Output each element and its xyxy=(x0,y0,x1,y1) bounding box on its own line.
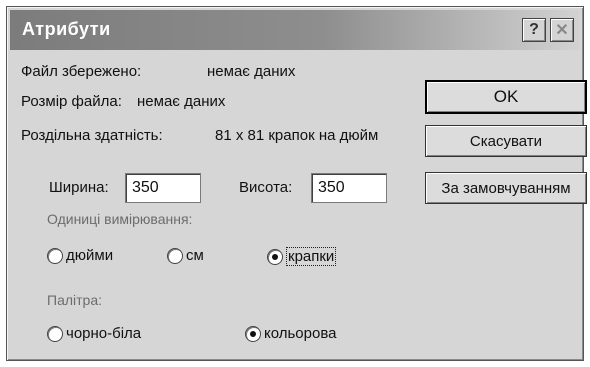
palette-group-label: Палітра: xyxy=(47,292,103,308)
file-saved-label: Файл збережено: xyxy=(21,63,142,80)
height-input[interactable]: 350 xyxy=(311,173,387,203)
close-button[interactable]: ✕ xyxy=(550,18,574,42)
help-button[interactable]: ? xyxy=(522,18,546,42)
units-radio-dots[interactable]: крапки xyxy=(267,247,337,266)
close-icon: ✕ xyxy=(555,22,569,39)
units-option-label: крапки xyxy=(286,247,337,266)
units-group-label: Одиниці вимірювання: xyxy=(47,211,193,227)
file-saved-value: немає даних xyxy=(207,63,296,80)
dialog-title: Атрибути xyxy=(22,19,111,39)
palette-radio-color[interactable]: кольорова xyxy=(245,325,336,342)
radio-icon xyxy=(47,325,63,342)
palette-radio-bw[interactable]: чорно-біла xyxy=(47,325,141,342)
palette-option-label: кольорова xyxy=(264,325,337,342)
palette-option-label: чорно-біла xyxy=(66,325,142,342)
ok-button[interactable]: OK xyxy=(425,80,587,114)
cancel-button[interactable]: Скасувати xyxy=(425,125,587,157)
attributes-dialog: Атрибути ? ✕ Файл збережено: немає даних… xyxy=(6,6,587,361)
file-size-label: Розмір файла: xyxy=(21,93,122,110)
resolution-label: Роздільна здатність: xyxy=(21,127,163,144)
radio-icon xyxy=(167,247,183,264)
units-radio-inches[interactable]: дюйми xyxy=(47,247,113,264)
radio-icon xyxy=(47,247,63,264)
units-radio-cm[interactable]: см xyxy=(167,247,204,264)
width-label: Ширина: xyxy=(49,179,109,196)
resolution-value: 81 x 81 крапок на дюйм xyxy=(215,127,379,144)
height-label: Висота: xyxy=(239,179,293,196)
title-bar[interactable]: Атрибути ? ✕ xyxy=(10,10,580,50)
units-option-label: см xyxy=(186,247,204,264)
default-button[interactable]: За замовчуванням xyxy=(425,172,587,204)
radio-selected-icon xyxy=(267,248,283,265)
units-option-label: дюйми xyxy=(66,247,114,264)
width-input[interactable]: 350 xyxy=(125,173,201,203)
help-icon: ? xyxy=(529,21,539,38)
radio-selected-icon xyxy=(245,325,261,342)
file-size-value: немає даних xyxy=(137,93,226,110)
